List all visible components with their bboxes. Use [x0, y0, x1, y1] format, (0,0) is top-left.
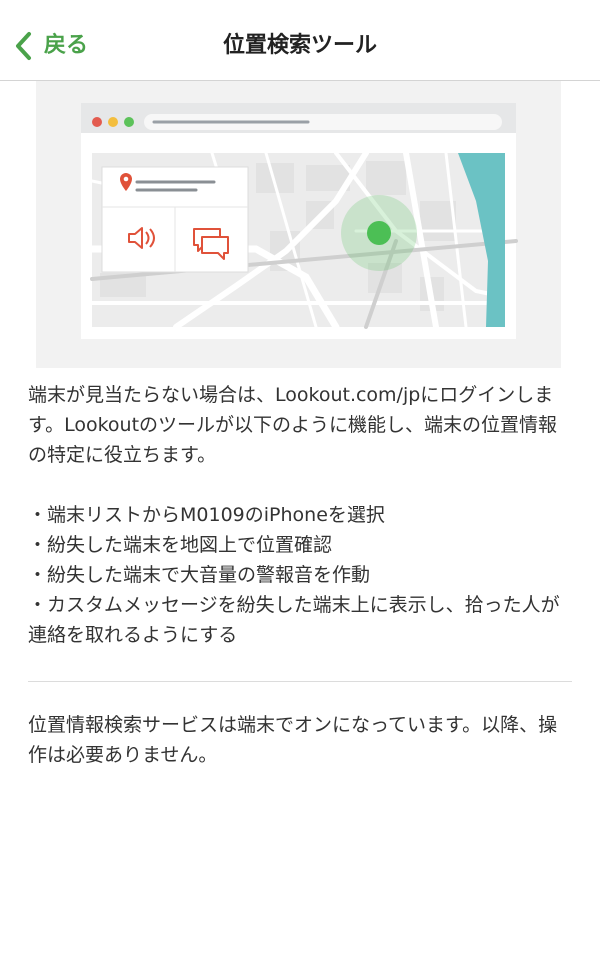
intro-text: 端末が見当たらない場合は、Lookout.com/jpにログインします。Look… [28, 384, 558, 466]
maximize-dot-icon [124, 117, 134, 127]
close-dot-icon [92, 117, 102, 127]
instructions: 端末が見当たらない場合は、Lookout.com/jpにログインします。Look… [28, 380, 572, 650]
list-item: ・端末リストからM0109のiPhoneを選択 [28, 504, 385, 526]
list-item: ・カスタムメッセージを紛失した端末上に表示し、拾った人が連絡を取れるようにする [28, 594, 560, 646]
service-status-text: 位置情報検索サービスは端末でオンになっています。以降、操作は必要ありません。 [28, 714, 558, 766]
list-item: ・紛失した端末を地図上で位置確認 [28, 534, 333, 556]
navigation-bar: 戻る 位置検索ツール [0, 0, 600, 81]
locate-tool-illustration [36, 81, 561, 368]
feature-list: ・端末リストからM0109のiPhoneを選択 ・紛失した端末を地図上で位置確認… [28, 500, 572, 650]
back-label: 戻る [44, 33, 89, 58]
minimize-dot-icon [108, 117, 118, 127]
page-title: 位置検索ツール [222, 33, 377, 58]
device-location-dot [367, 221, 391, 245]
back-button[interactable]: 戻る [14, 26, 88, 66]
divider [28, 681, 572, 682]
list-item: ・紛失した端末で大音量の警報音を作動 [28, 564, 371, 586]
chevron-left-icon [14, 31, 32, 61]
